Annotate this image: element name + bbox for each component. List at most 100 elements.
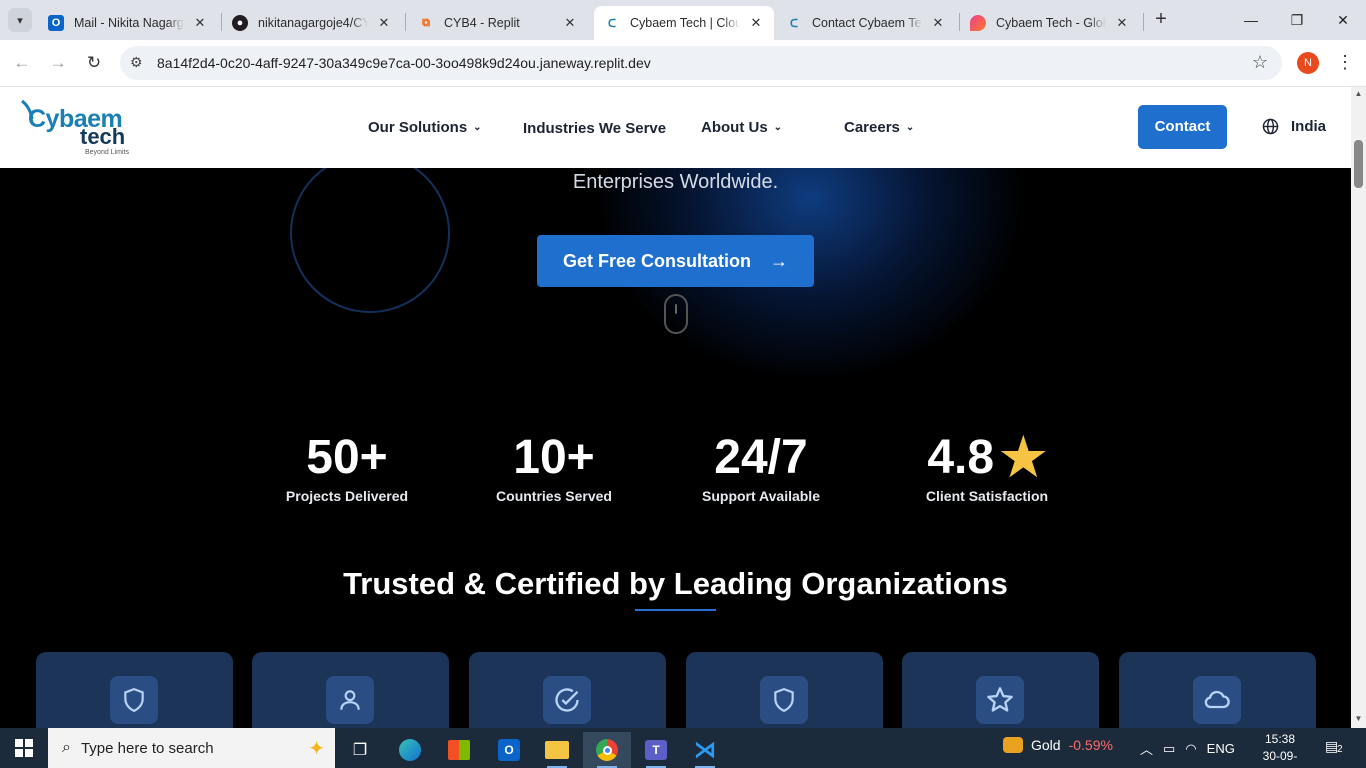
tab-outlook[interactable]: O Mail - Nikita Nagargoje - Outlook ✕ [38,6,218,40]
shield-icon [760,676,808,724]
taskbar-outlook[interactable]: O [485,732,533,768]
cybaem-icon: ᑕ [789,17,799,30]
close-icon[interactable]: ✕ [1114,15,1130,31]
profile-avatar[interactable]: N [1297,52,1319,74]
tab-cybaem-cloud[interactable]: ᑕ Cybaem Tech | Cloud ✕ [594,6,774,40]
stat-countries: 10+ Countries Served [454,430,654,504]
restore-button[interactable]: ❐ [1274,0,1320,40]
chevron-down-icon: ⌄ [773,122,783,133]
get-free-consultation-button[interactable]: Get Free Consultation → [537,235,814,287]
check-circle-icon [543,676,591,724]
scroll-down-icon[interactable]: ▼ [1352,714,1365,723]
taskbar-file-explorer[interactable] [533,732,581,768]
battery-icon[interactable]: ▭ [1163,741,1175,757]
nav-label: Our Solutions [368,119,468,136]
restore-icon: ❐ [1290,11,1304,28]
teams-icon: T [645,740,667,760]
tab-cybaem-global[interactable]: Cybaem Tech - Global ✕ [960,6,1140,40]
stat-value-row: 4.8 ★ [887,430,1087,486]
chrome-icon [596,739,618,761]
region-selector[interactable]: India [1262,118,1326,135]
nav-label: Careers [844,119,900,136]
close-icon[interactable]: ✕ [376,15,392,31]
nav-about-us[interactable]: About Us ⌄ [701,119,782,136]
stat-support: 24/7 Support Available [661,430,861,504]
tab-title: nikitanagargoje4/CYB4 [258,16,368,30]
scrollbar-thumb[interactable] [1354,140,1363,188]
contact-button[interactable]: Contact [1138,105,1227,149]
task-view-button[interactable]: ❐ [336,732,384,768]
chevron-up-icon[interactable]: ︿ [1140,739,1153,758]
wifi-icon[interactable]: ◠ [1185,741,1196,757]
taskbar-vscode[interactable]: ⋊ [681,732,729,768]
star-icon: ★ [1000,429,1047,487]
new-tab-button[interactable]: + [1150,8,1172,30]
taskbar-store[interactable] [435,732,483,768]
tab-replit[interactable]: ⧉ CYB4 - Replit ✕ [408,6,588,40]
outlook-icon: O [498,739,520,761]
browser-tab-strip: ▾ O Mail - Nikita Nagargoje - Outlook ✕ … [0,0,1366,40]
region-label: India [1291,118,1327,135]
nav-careers[interactable]: Careers ⌄ [844,119,914,136]
close-icon[interactable]: ✕ [748,15,764,31]
cert-card[interactable] [1119,652,1316,728]
taskbar-edge[interactable] [386,732,434,768]
stat-satisfaction: 4.8 ★ Client Satisfaction [887,430,1087,504]
stat-value: 4.8 [927,431,995,484]
taskbar-clock[interactable]: 15:38 30-09-2025 [1250,731,1310,768]
site-info-icon[interactable]: ⚙ [130,54,143,71]
cert-card[interactable] [252,652,449,728]
arrow-right-icon: → [49,53,67,72]
vscode-icon: ⋊ [694,737,716,762]
scroll-up-icon[interactable]: ▲ [1352,89,1365,98]
back-button[interactable]: ← [9,50,35,76]
globe-icon [1262,118,1279,135]
language-indicator[interactable]: ENG [1207,741,1235,756]
bookmark-star-icon[interactable]: ☆ [1252,52,1268,73]
minimize-button[interactable]: — [1228,0,1274,40]
market-ticker[interactable]: Gold -0.59% [1003,737,1113,753]
search-icon: ⌕ [62,739,71,756]
close-icon[interactable]: ✕ [562,15,578,31]
hero-subtitle: Enterprises Worldwide. [572,171,779,193]
reload-button[interactable]: ↻ [81,50,107,76]
start-button[interactable] [0,728,48,768]
nav-label: Industries We Serve [523,120,667,137]
tab-github[interactable]: ● nikitanagargoje4/CYB4 ✕ [222,6,402,40]
tab-contact-cybaem[interactable]: ᑕ Contact Cybaem Tech ✕ [776,6,956,40]
logo-tagline: Beyond Limits [85,149,129,156]
clock-time: 15:38 [1264,732,1296,746]
cta-label: Get Free Consultation [562,251,751,271]
taskbar-search-box[interactable]: ⌕ Type here to search ✦ [48,728,335,768]
tab-search-button[interactable]: ▾ [8,8,32,32]
taskbar-teams[interactable]: T [632,732,680,768]
system-tray: ︿ ▭ ◠ ENG [1140,739,1235,758]
logo-word-2: tech [80,124,126,149]
outlook-icon: O [48,15,64,31]
nav-industries[interactable]: Industries We Serve [523,120,666,137]
stat-label: Support Available [702,488,820,504]
nav-our-solutions[interactable]: Our Solutions ⌄ [368,119,482,136]
cert-card[interactable] [469,652,666,728]
url-text[interactable]: 8a14f2d4-0c20-4aff-9247-30a349c9e7ca-00-… [157,55,651,71]
notification-count: 2 [1337,744,1343,755]
cert-card[interactable] [36,652,233,728]
forward-button[interactable]: → [45,50,71,76]
star-icon [976,676,1024,724]
cybaem-logo[interactable]: Cybaem tech Beyond Limits [18,97,138,159]
address-bar[interactable]: ⚙ 8a14f2d4-0c20-4aff-9247-30a349c9e7ca-0… [120,46,1282,80]
cert-card[interactable] [902,652,1099,728]
tab-title: Mail - Nikita Nagargoje - Outlook [74,16,184,30]
stat-value: 24/7 [714,431,808,484]
replit-icon: ⧉ [422,16,430,29]
browser-menu-icon[interactable]: ⋮ [1336,51,1354,73]
notification-center-button[interactable]: ▤ 2 [1325,738,1347,758]
title-underline [635,609,716,611]
github-icon: ● [232,15,248,31]
close-window-button[interactable]: ✕ [1320,0,1366,40]
cert-card[interactable] [686,652,883,728]
close-icon[interactable]: ✕ [930,15,946,31]
taskbar-chrome[interactable] [583,732,631,768]
store-icon [448,740,470,760]
close-icon[interactable]: ✕ [192,15,208,31]
